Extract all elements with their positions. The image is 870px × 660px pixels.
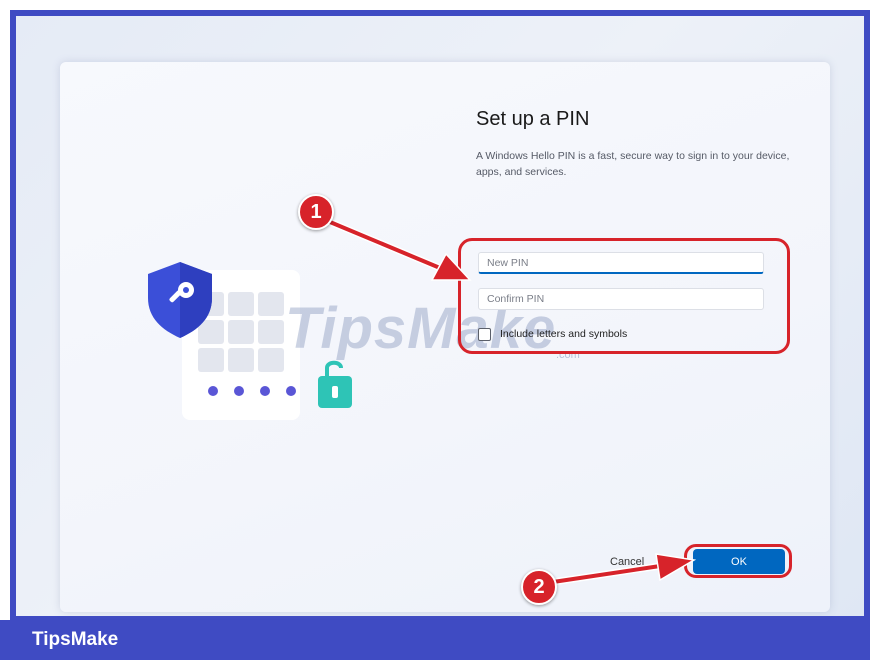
unlocked-padlock-icon xyxy=(318,360,352,408)
cancel-button[interactable]: Cancel xyxy=(600,549,680,574)
footer-bar: TipsMake xyxy=(0,620,870,660)
annotation-step-2: 2 xyxy=(521,569,557,605)
dialog-title: Set up a PIN xyxy=(476,108,590,130)
annotation-step-1: 1 xyxy=(298,194,334,230)
annotation-highlight-inputs xyxy=(458,238,790,354)
dialog-description: A Windows Hello PIN is a fast, secure wa… xyxy=(476,150,790,178)
annotation-highlight-ok xyxy=(684,544,792,578)
footer-brand: TipsMake xyxy=(32,629,119,650)
